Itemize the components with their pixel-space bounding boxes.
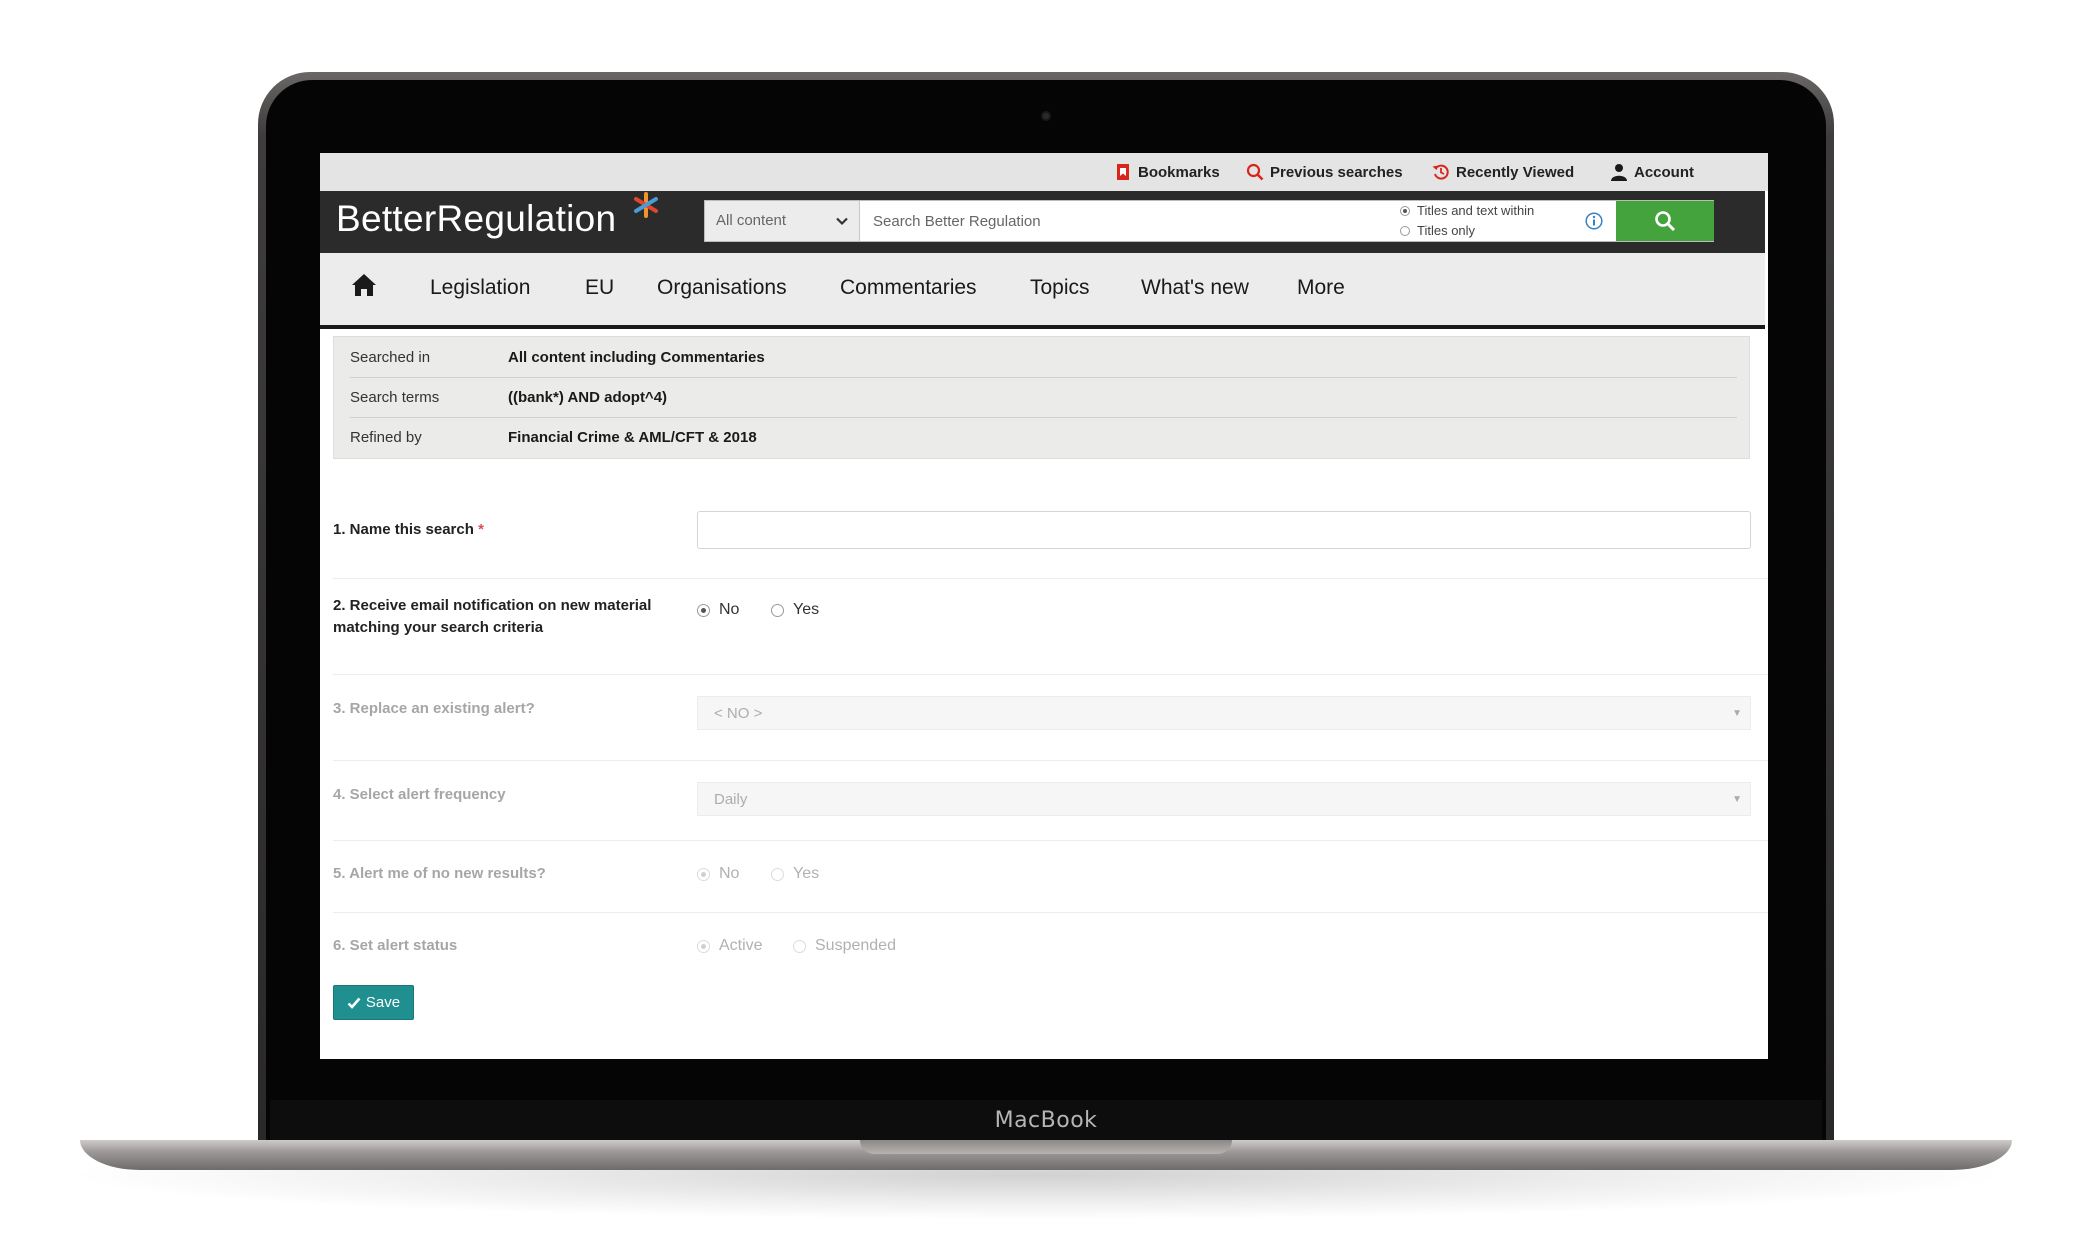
summary-row: Refined by Financial Crime & AML/CFT & 2… — [350, 417, 1737, 457]
search-mode-titles-text[interactable]: Titles and text within — [1400, 203, 1534, 218]
replace-alert-label: 3. Replace an existing alert? — [333, 700, 535, 717]
form-row-status: 6. Set alert status Active Suspended — [333, 913, 1768, 983]
search-mode-label: Titles and text within — [1417, 203, 1535, 218]
summary-row: Search terms ((bank*) AND adopt^4) — [350, 377, 1737, 417]
search-bar: All content Titles and text within Title… — [704, 200, 1714, 242]
summary-value: All content including Commentaries — [508, 348, 765, 366]
device-brand: MacBook — [994, 1108, 1098, 1133]
caret-down-icon: ▼ — [1732, 794, 1742, 805]
previous-searches-label: Previous searches — [1270, 163, 1403, 181]
search-scope-value: All content — [716, 212, 787, 229]
search-mode-titles-only[interactable]: Titles only — [1400, 223, 1475, 238]
utility-bar: Bookmarks Previous searches Recently Vie… — [320, 153, 1768, 191]
chevron-down-icon — [836, 217, 848, 226]
home-icon[interactable] — [351, 272, 377, 298]
radio-label: Yes — [793, 601, 820, 618]
status-option-active[interactable]: Active — [697, 937, 763, 955]
alert-frequency-value: Daily — [714, 791, 748, 808]
nav-item-organisations[interactable]: Organisations — [657, 276, 787, 300]
bookmarks-link[interactable]: Bookmarks — [1114, 153, 1220, 191]
browser-screen: Bookmarks Previous searches Recently Vie… — [320, 153, 1768, 1059]
nav-item-topics[interactable]: Topics — [1030, 276, 1090, 300]
search-button[interactable] — [1616, 201, 1714, 241]
form-row-no-results: 5. Alert me of no new results? No Yes — [333, 841, 1768, 913]
radio-button[interactable] — [697, 603, 710, 617]
info-icon[interactable] — [1585, 212, 1603, 230]
summary-label: Search terms — [350, 389, 440, 406]
radio-button[interactable] — [793, 939, 806, 953]
search-history-icon — [1246, 163, 1264, 181]
no-new-results-label: 5. Alert me of no new results? — [333, 865, 546, 882]
search-mode-label: Titles only — [1417, 223, 1476, 238]
replace-alert-value: < NO > — [714, 705, 763, 722]
nav-item-eu[interactable]: EU — [585, 276, 614, 300]
replace-alert-select[interactable]: < NO > ▼ — [697, 696, 1751, 730]
search-name-input[interactable] — [697, 511, 1751, 549]
nav-item-whats-new[interactable]: What's new — [1141, 276, 1249, 300]
history-icon — [1432, 164, 1449, 180]
search-input[interactable] — [861, 201, 1381, 241]
laptop-notch — [860, 1140, 1232, 1154]
summary-label: Refined by — [350, 429, 422, 446]
status-option-suspended[interactable]: Suspended — [793, 937, 896, 955]
form-row-name: 1. Name this search * — [333, 511, 1768, 579]
nav-item-legislation[interactable]: Legislation — [430, 276, 530, 300]
radio-button[interactable] — [697, 939, 710, 953]
search-mode-radio[interactable] — [1400, 225, 1410, 236]
email-notification-label-line: matching your search criteria — [333, 619, 544, 636]
required-mark: * — [478, 521, 484, 538]
save-button[interactable]: Save — [333, 985, 414, 1020]
radio-button[interactable] — [771, 867, 784, 881]
site-header: BetterRegulation All content Titles and … — [320, 191, 1765, 253]
name-search-label: 1. Name this search * — [333, 519, 484, 541]
nav-item-commentaries[interactable]: Commentaries — [840, 276, 977, 300]
alert-status-label: 6. Set alert status — [333, 937, 458, 954]
search-summary: Searched in All content including Commen… — [333, 336, 1750, 459]
search-mode-radio[interactable] — [1400, 205, 1410, 216]
radio-button[interactable] — [697, 867, 710, 881]
form-row-email: 2. Receive email notification on new mat… — [333, 579, 1768, 675]
form-row-replace: 3. Replace an existing alert? < NO > ▼ — [333, 675, 1768, 761]
caret-down-icon: ▼ — [1732, 708, 1742, 719]
radio-label: Suspended — [815, 937, 896, 954]
summary-row: Searched in All content including Commen… — [350, 337, 1737, 377]
site-logo[interactable]: BetterRegulation — [336, 198, 616, 240]
save-button-label: Save — [365, 994, 401, 1011]
bookmarks-label: Bookmarks — [1138, 163, 1220, 181]
search-icon — [1655, 211, 1676, 232]
radio-label: Active — [719, 937, 763, 954]
bookmark-icon — [1117, 164, 1129, 180]
summary-value: Financial Crime & AML/CFT & 2018 — [508, 429, 757, 446]
nav-item-more[interactable]: More — [1297, 276, 1345, 300]
account-label: Account — [1634, 163, 1694, 181]
previous-searches-link[interactable]: Previous searches — [1246, 153, 1403, 191]
logo-asterisk-icon — [634, 192, 658, 218]
radio-label: No — [719, 865, 740, 882]
email-notification-label: 2. Receive email notification on new mat… — [333, 595, 651, 639]
camera-icon — [1041, 111, 1051, 121]
logo-text: BetterRegulation — [336, 198, 617, 239]
radio-label: No — [719, 601, 740, 618]
alert-frequency-label: 4. Select alert frequency — [333, 786, 506, 803]
radio-button[interactable] — [771, 603, 784, 617]
recently-viewed-link[interactable]: Recently Viewed — [1432, 153, 1574, 191]
main-nav: Legislation EU Organisations Commentarie… — [320, 253, 1765, 329]
radio-label: Yes — [793, 865, 820, 882]
email-notification-label-line: 2. Receive email notification on new mat… — [333, 597, 652, 614]
name-search-label-text: 1. Name this search — [333, 521, 474, 538]
search-scope-select[interactable]: All content — [705, 201, 860, 241]
no-results-option-no[interactable]: No — [697, 865, 739, 883]
user-icon — [1611, 164, 1627, 181]
email-option-no[interactable]: No — [697, 601, 739, 619]
no-results-option-yes[interactable]: Yes — [771, 865, 819, 883]
check-icon — [347, 997, 361, 1009]
account-link[interactable]: Account — [1610, 153, 1694, 191]
form-row-frequency: 4. Select alert frequency Daily ▼ — [333, 761, 1768, 841]
recently-viewed-label: Recently Viewed — [1456, 163, 1575, 181]
summary-value: ((bank*) AND adopt^4) — [508, 389, 668, 406]
alert-frequency-select[interactable]: Daily ▼ — [697, 782, 1751, 816]
email-option-yes[interactable]: Yes — [771, 601, 819, 619]
summary-label: Searched in — [350, 348, 431, 366]
